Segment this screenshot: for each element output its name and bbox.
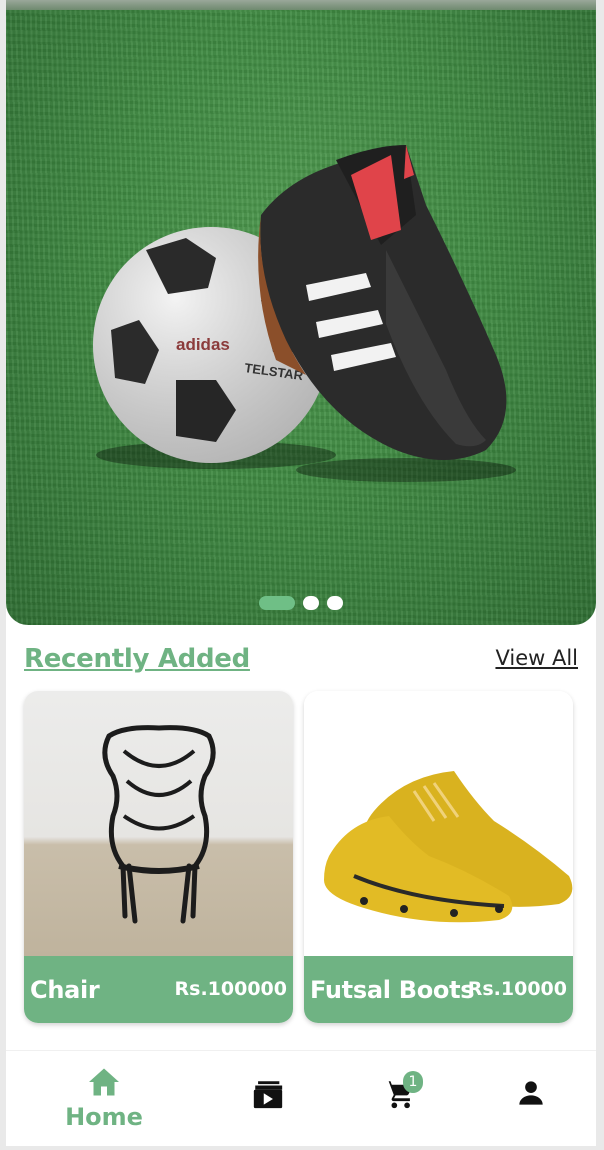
hero-carousel[interactable]: adidas TELSTAR — [6, 0, 596, 625]
carousel-dot[interactable] — [303, 596, 319, 610]
product-price: Rs.10000 — [467, 978, 567, 1000]
product-card[interactable]: Futsal Boots Rs.10000 — [304, 691, 573, 1023]
football-boots — [258, 145, 516, 482]
home-icon — [89, 1068, 119, 1096]
person-icon — [519, 1081, 543, 1105]
product-name: Chair — [30, 976, 100, 1004]
ball-brand-text: adidas — [176, 335, 230, 354]
product-price: Rs.100000 — [174, 978, 287, 1000]
hero-image: adidas TELSTAR — [93, 145, 516, 482]
recently-added-title: Recently Added — [24, 644, 250, 674]
boots-image — [324, 771, 573, 923]
chair-image — [102, 725, 216, 924]
nav-profile[interactable] — [512, 1051, 552, 1147]
nav-cart[interactable]: 1 — [380, 1051, 428, 1147]
cart-count-badge: 1 — [403, 1071, 423, 1093]
view-all-link[interactable]: View All — [495, 646, 578, 670]
product-info-bar: Futsal Boots Rs.10000 — [304, 956, 573, 1023]
product-image-chair — [24, 691, 293, 956]
nav-videos[interactable] — [248, 1051, 288, 1147]
carousel-indicator — [6, 596, 596, 610]
carousel-dot-active[interactable] — [259, 596, 295, 610]
product-info-bar: Chair Rs.100000 — [24, 956, 293, 1023]
carousel-dot[interactable] — [327, 596, 343, 610]
bottom-nav: Home 1 — [6, 1050, 596, 1146]
nav-home-label: Home — [65, 1103, 143, 1131]
product-name: Futsal Boots — [310, 976, 475, 1004]
product-image-boots — [304, 691, 573, 956]
nav-home[interactable]: Home — [64, 1051, 144, 1147]
product-card[interactable]: Chair Rs.100000 — [24, 691, 293, 1023]
video-library-icon — [253, 1081, 283, 1109]
